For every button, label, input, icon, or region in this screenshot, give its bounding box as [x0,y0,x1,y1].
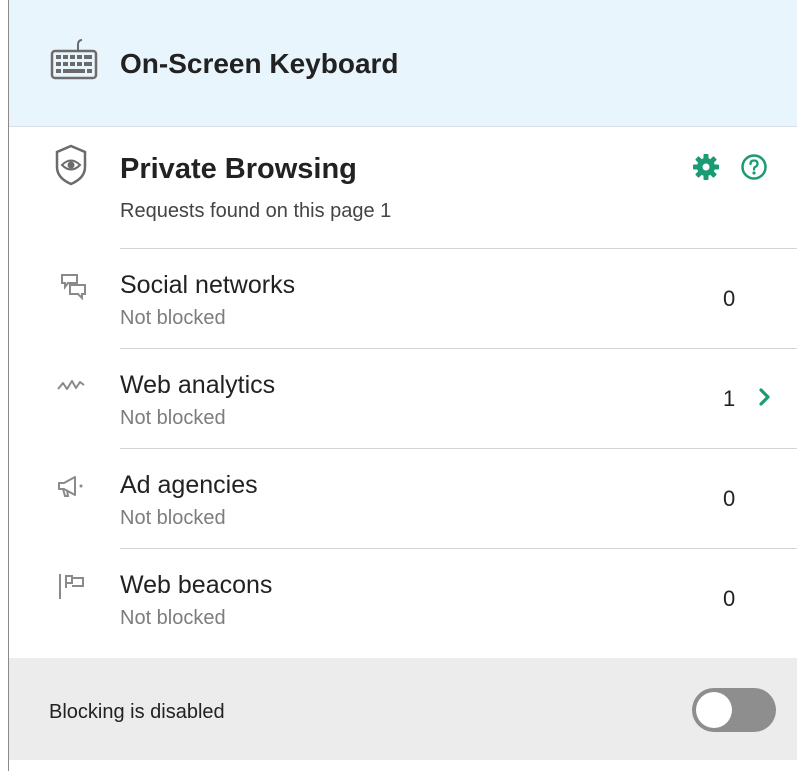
category-label: Ad agencies [120,471,258,499]
category-status: Not blocked [120,507,226,529]
blocking-toggle[interactable] [692,688,776,732]
chevron-right-icon[interactable] [757,385,773,409]
shield-eye-icon [55,144,87,186]
category-status: Not blocked [120,407,226,429]
flag-icon [59,574,84,599]
category-row-social-networks[interactable]: Social networks Not blocked 0 [9,249,797,349]
header-title: On-Screen Keyboard [120,48,399,79]
category-count: 0 [723,586,736,611]
blocking-status-label: Blocking is disabled [49,701,225,723]
requests-found-text: Requests found on this page 1 [120,200,392,222]
category-row-ad-agencies[interactable]: Ad agencies Not blocked 0 [9,449,797,549]
help-icon[interactable] [740,153,768,181]
category-count: 0 [723,286,736,311]
category-row-web-beacons[interactable]: Web beacons Not blocked 0 [9,549,797,649]
category-status: Not blocked [120,607,226,629]
on-screen-keyboard-header[interactable]: On-Screen Keyboard [9,0,797,127]
category-status: Not blocked [120,307,226,329]
gear-icon[interactable] [692,153,720,181]
category-count: 1 [723,386,736,411]
category-count: 0 [723,486,736,511]
category-row-web-analytics[interactable]: Web analytics Not blocked 1 [9,349,797,449]
blocking-footer: Blocking is disabled [9,658,797,771]
keyboard-icon [50,39,98,80]
category-label: Social networks [120,271,296,299]
chat-bubbles-icon [61,274,86,301]
toggle-knob [696,692,732,728]
private-browsing-panel: On-Screen Keyboard Private Browsing Requ… [8,0,797,771]
private-browsing-title: Private Browsing [120,153,357,185]
category-label: Web analytics [120,371,276,399]
megaphone-icon [58,476,83,497]
analytics-wave-icon [57,380,85,390]
category-label: Web beacons [120,571,273,599]
footer-bottom-strip [9,760,797,771]
